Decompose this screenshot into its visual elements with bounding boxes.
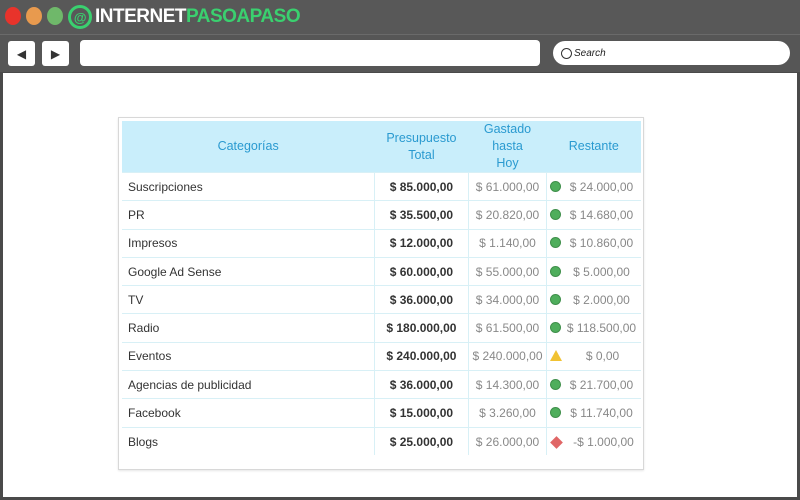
table-row: Agencias de publicidad $ 36.000,00 $ 14.… [122,370,641,399]
spent-cell: $ 3.260,00 [468,398,547,428]
budget-cell: $ 60.000,00 [374,256,470,286]
remaining-value: $ 5.000,00 [573,264,630,279]
status-ok-icon [550,322,561,334]
remaining-cell: $ 0,00 [546,341,641,371]
remaining-value: $ 10.860,00 [569,236,634,251]
status-ok-icon [550,265,561,277]
category-cell: Facebook [122,398,375,428]
table-row: Facebook $ 15.000,00 $ 3.260,00 $ 11.740… [122,398,641,428]
table-row: Impresos $ 12.000,00 $ 1.140,00 $ 10.860… [122,228,641,258]
remaining-cell: $ 118.500,00 [546,313,641,343]
header-restante: Restante [546,121,641,173]
maximize-window-button[interactable] [47,7,63,25]
remaining-cell: $ 11.740,00 [546,398,641,428]
page-content: Categorías Presupuesto Total Gastado has… [3,73,797,497]
close-window-button[interactable] [5,7,21,25]
remaining-value: $ 24.000,00 [569,179,634,194]
remaining-cell: $ 24.000,00 [546,171,641,201]
spent-cell: $ 14.300,00 [468,370,547,399]
budget-table: Categorías Presupuesto Total Gastado has… [122,121,641,456]
table-row: Blogs $ 25.000,00 $ 26.000,00 -$ 1.000,0… [122,426,641,456]
category-cell: PR [122,200,375,230]
forward-arrow-icon: ▶ [50,46,61,61]
category-cell: Suscripciones [122,171,375,201]
category-cell: Blogs [122,426,375,456]
remaining-value: $ 11.740,00 [570,406,633,421]
spent-cell: $ 34.000,00 [468,285,547,314]
header-gastado: Gastado hasta Hoy [468,121,547,173]
logo-text-green: PASOAPASO [186,6,301,27]
search-input[interactable]: Search [553,41,790,65]
category-cell: Eventos [122,341,375,371]
address-bar[interactable] [80,40,540,66]
budget-table-card: Categorías Presupuesto Total Gastado has… [118,117,644,470]
remaining-cell: -$ 1.000,00 [546,426,641,456]
budget-cell: $ 36.000,00 [374,285,470,314]
forward-button[interactable]: ▶ [42,41,69,66]
table-row: Radio $ 180.000,00 $ 61.500,00 $ 118.500… [122,313,641,343]
status-ok-icon [550,237,561,249]
search-placeholder: Search [574,47,606,59]
remaining-value: $ 21.700,00 [569,377,634,392]
remaining-value: $ 2.000,00 [573,292,630,307]
back-arrow-icon: ◀ [16,46,27,61]
budget-cell: $ 15.000,00 [374,398,470,428]
remaining-value: $ 0,00 [585,349,620,364]
table-row: Google Ad Sense $ 60.000,00 $ 55.000,00 … [122,256,641,286]
status-bad-icon [550,435,563,449]
remaining-value: -$ 1.000,00 [573,434,634,449]
remaining-value: $ 14.680,00 [569,207,634,222]
table-header: Categorías Presupuesto Total Gastado has… [122,121,641,173]
remaining-cell: $ 5.000,00 [546,256,641,286]
budget-cell: $ 25.000,00 [374,426,470,456]
remaining-value: $ 118.500,00 [566,321,637,336]
category-cell: Agencias de publicidad [122,370,375,399]
logo-text-white: INTERNET [95,6,187,27]
budget-cell: $ 85.000,00 [374,171,470,201]
remaining-cell: $ 21.700,00 [546,370,641,399]
status-ok-icon [550,293,561,305]
category-cell: Radio [122,313,375,343]
back-button[interactable]: ◀ [8,41,35,66]
spent-cell: $ 61.500,00 [468,313,547,343]
category-cell: TV [122,285,375,314]
table-row: PR $ 35.500,00 $ 20.820,00 $ 14.680,00 [122,200,641,230]
header-categorias: Categorías [122,121,375,173]
remaining-cell: $ 10.860,00 [546,228,641,258]
budget-cell: $ 180.000,00 [374,313,470,343]
remaining-cell: $ 14.680,00 [546,200,641,230]
spent-cell: $ 55.000,00 [468,256,547,286]
status-warn-icon [550,350,562,362]
site-logo: @ INTERNET PASOAPASO [68,5,301,29]
budget-cell: $ 36.000,00 [374,370,470,399]
budget-cell: $ 35.500,00 [374,200,470,230]
table-row: Eventos $ 240.000,00 $ 240.000,00 $ 0,00 [122,341,641,371]
budget-cell: $ 12.000,00 [374,228,470,258]
spent-cell: $ 20.820,00 [468,200,547,230]
status-ok-icon [550,378,561,390]
spent-cell: $ 61.000,00 [468,171,547,201]
search-icon [561,47,572,59]
category-cell: Impresos [122,228,375,258]
spent-cell: $ 240.000,00 [468,341,547,371]
header-presupuesto: Presupuesto Total [374,121,469,173]
status-ok-icon [550,407,561,419]
minimize-window-button[interactable] [26,7,42,25]
title-bar: @ INTERNET PASOAPASO [0,0,800,34]
logo-icon: @ [68,5,92,29]
status-ok-icon [550,180,561,192]
budget-cell: $ 240.000,00 [374,341,470,371]
remaining-cell: $ 2.000,00 [546,285,641,314]
table-row: Suscripciones $ 85.000,00 $ 61.000,00 $ … [122,171,641,201]
spent-cell: $ 1.140,00 [468,228,547,258]
spent-cell: $ 26.000,00 [468,426,547,456]
category-cell: Google Ad Sense [122,256,375,286]
status-ok-icon [550,208,561,220]
browser-toolbar: ◀ ▶ Search [0,34,800,72]
table-row: TV $ 36.000,00 $ 34.000,00 $ 2.000,00 [122,285,641,314]
